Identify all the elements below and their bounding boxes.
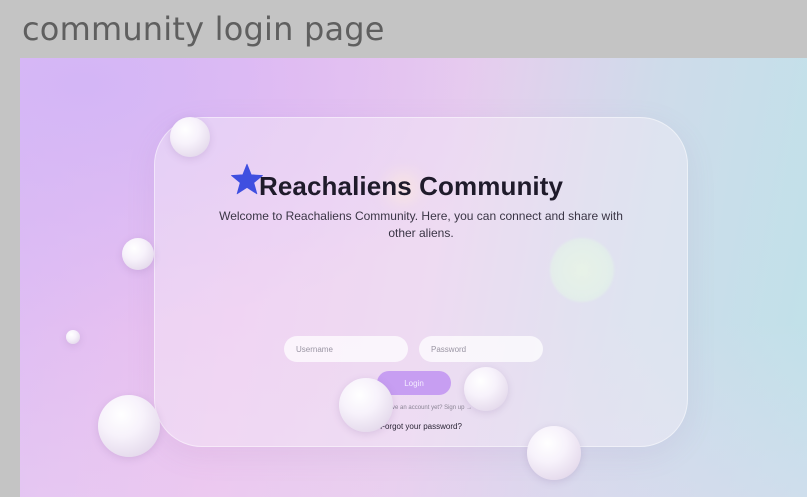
welcome-text: Welcome to Reachaliens Community. Here, … <box>219 209 623 240</box>
decorative-orb <box>66 330 80 344</box>
decorative-orb <box>339 378 393 432</box>
frame-title: community login page <box>22 10 385 48</box>
decorative-orb <box>98 395 160 457</box>
decorative-orb <box>464 367 508 411</box>
login-card: Reachaliens Community Welcome to Reachal… <box>154 117 688 447</box>
signup-link[interactable]: Don't have an account yet? Sign up → <box>155 405 687 411</box>
password-input[interactable] <box>419 336 543 362</box>
decorative-orb <box>527 426 581 480</box>
decorative-orb <box>122 238 154 270</box>
username-input[interactable] <box>284 336 408 362</box>
decorative-orb <box>170 117 210 157</box>
login-canvas: Reachaliens Community Welcome to Reachal… <box>20 58 807 497</box>
forgot-password-link[interactable]: Forgot your password? <box>155 422 687 431</box>
page-title: Reachaliens Community <box>259 171 564 201</box>
